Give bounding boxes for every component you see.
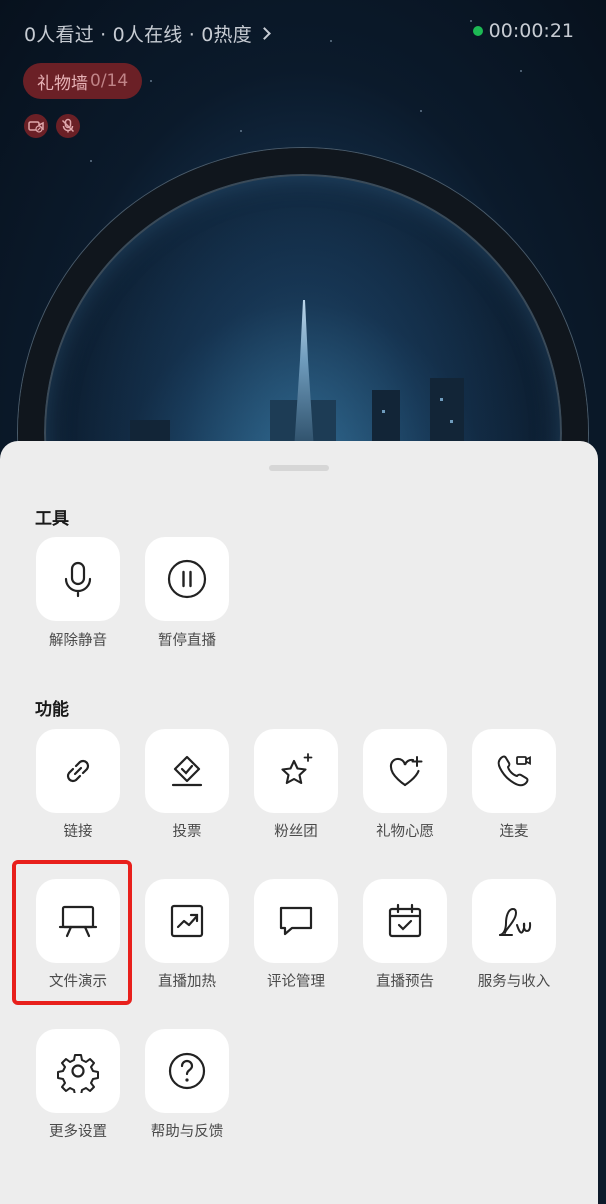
- live-boost-button[interactable]: [145, 879, 229, 963]
- help-feedback-label: 帮助与反馈: [150, 1124, 224, 1140]
- highlight-box: [12, 860, 132, 1005]
- audience-stats[interactable]: 0人看过 · 0人在线 · 0热度: [24, 20, 271, 47]
- gift-wish-button[interactable]: [363, 729, 447, 813]
- pause-circle-icon: [167, 559, 207, 599]
- link-label: 链接: [63, 824, 93, 840]
- link-icon: [66, 759, 90, 783]
- gear-icon: [57, 1054, 99, 1093]
- tools-section-title: 工具: [35, 509, 69, 529]
- window-light: [440, 398, 443, 401]
- gift-wish-label: 礼物心愿: [376, 824, 434, 840]
- window-light: [450, 420, 453, 423]
- fan-club-label: 粉丝团: [274, 824, 318, 840]
- gift-wall-count: 0/14: [90, 71, 129, 91]
- mic-off-icon: [56, 114, 80, 138]
- camera-off-icon: [24, 114, 48, 138]
- live-preview-button[interactable]: [363, 879, 447, 963]
- star: [520, 70, 522, 72]
- star: [150, 80, 152, 82]
- pause-live-label: 暂停直播: [158, 633, 216, 649]
- help-feedback-button[interactable]: [145, 1029, 229, 1113]
- vote-button[interactable]: [145, 729, 229, 813]
- window-light: [382, 410, 385, 413]
- features-section-title: 功能: [35, 700, 69, 720]
- vote-label: 投票: [172, 824, 202, 840]
- audience-stats-text: 0人看过 · 0人在线 · 0热度: [24, 24, 252, 46]
- service-income-button[interactable]: [472, 879, 556, 963]
- heart-sparkle-icon: [389, 756, 423, 787]
- live-preview-label: 直播预告: [376, 974, 434, 990]
- star: [420, 110, 422, 112]
- link-button[interactable]: [36, 729, 120, 813]
- gift-wall-label: 礼物墙: [37, 73, 88, 94]
- status-icons: [24, 114, 80, 138]
- comment-management-label: 评论管理: [267, 974, 325, 990]
- help-circle-icon: [168, 1052, 206, 1090]
- fan-club-button[interactable]: [254, 729, 338, 813]
- star: [330, 40, 332, 42]
- pause-live-button[interactable]: [145, 537, 229, 621]
- star: [240, 130, 242, 132]
- more-settings-label: 更多设置: [49, 1124, 107, 1140]
- timer-text: 00:00:21: [488, 20, 574, 42]
- live-boost-label: 直播加热: [158, 974, 216, 990]
- live-timer: 00:00:21: [472, 20, 574, 42]
- service-income-label: 服务与收入: [477, 974, 551, 990]
- more-settings-button[interactable]: [36, 1029, 120, 1113]
- gift-wall-button[interactable]: 礼物墙 0/14: [23, 63, 143, 99]
- phone-video-icon: [497, 755, 531, 787]
- signature-icon: [499, 907, 532, 936]
- vote-icon: [171, 755, 203, 787]
- co-host-button[interactable]: [472, 729, 556, 813]
- microphone-icon: [64, 561, 92, 598]
- unmute-label: 解除静音: [49, 633, 107, 649]
- drag-handle[interactable]: [269, 465, 329, 471]
- function-panel-sheet: 工具 解除静音 暂停直播 功能 链接 投票 粉丝团 礼物心愿 连麦 文件演示 直…: [0, 441, 598, 1204]
- trend-up-icon: [170, 904, 204, 938]
- star-sparkle-icon: [281, 753, 313, 785]
- comment-management-button[interactable]: [254, 879, 338, 963]
- unmute-button[interactable]: [36, 537, 120, 621]
- calendar-check-icon: [388, 903, 422, 938]
- comment-icon: [279, 906, 313, 936]
- co-host-label: 连麦: [499, 824, 529, 840]
- star: [90, 160, 92, 162]
- live-indicator-dot: [472, 26, 483, 36]
- chevron-right-icon: [258, 27, 271, 40]
